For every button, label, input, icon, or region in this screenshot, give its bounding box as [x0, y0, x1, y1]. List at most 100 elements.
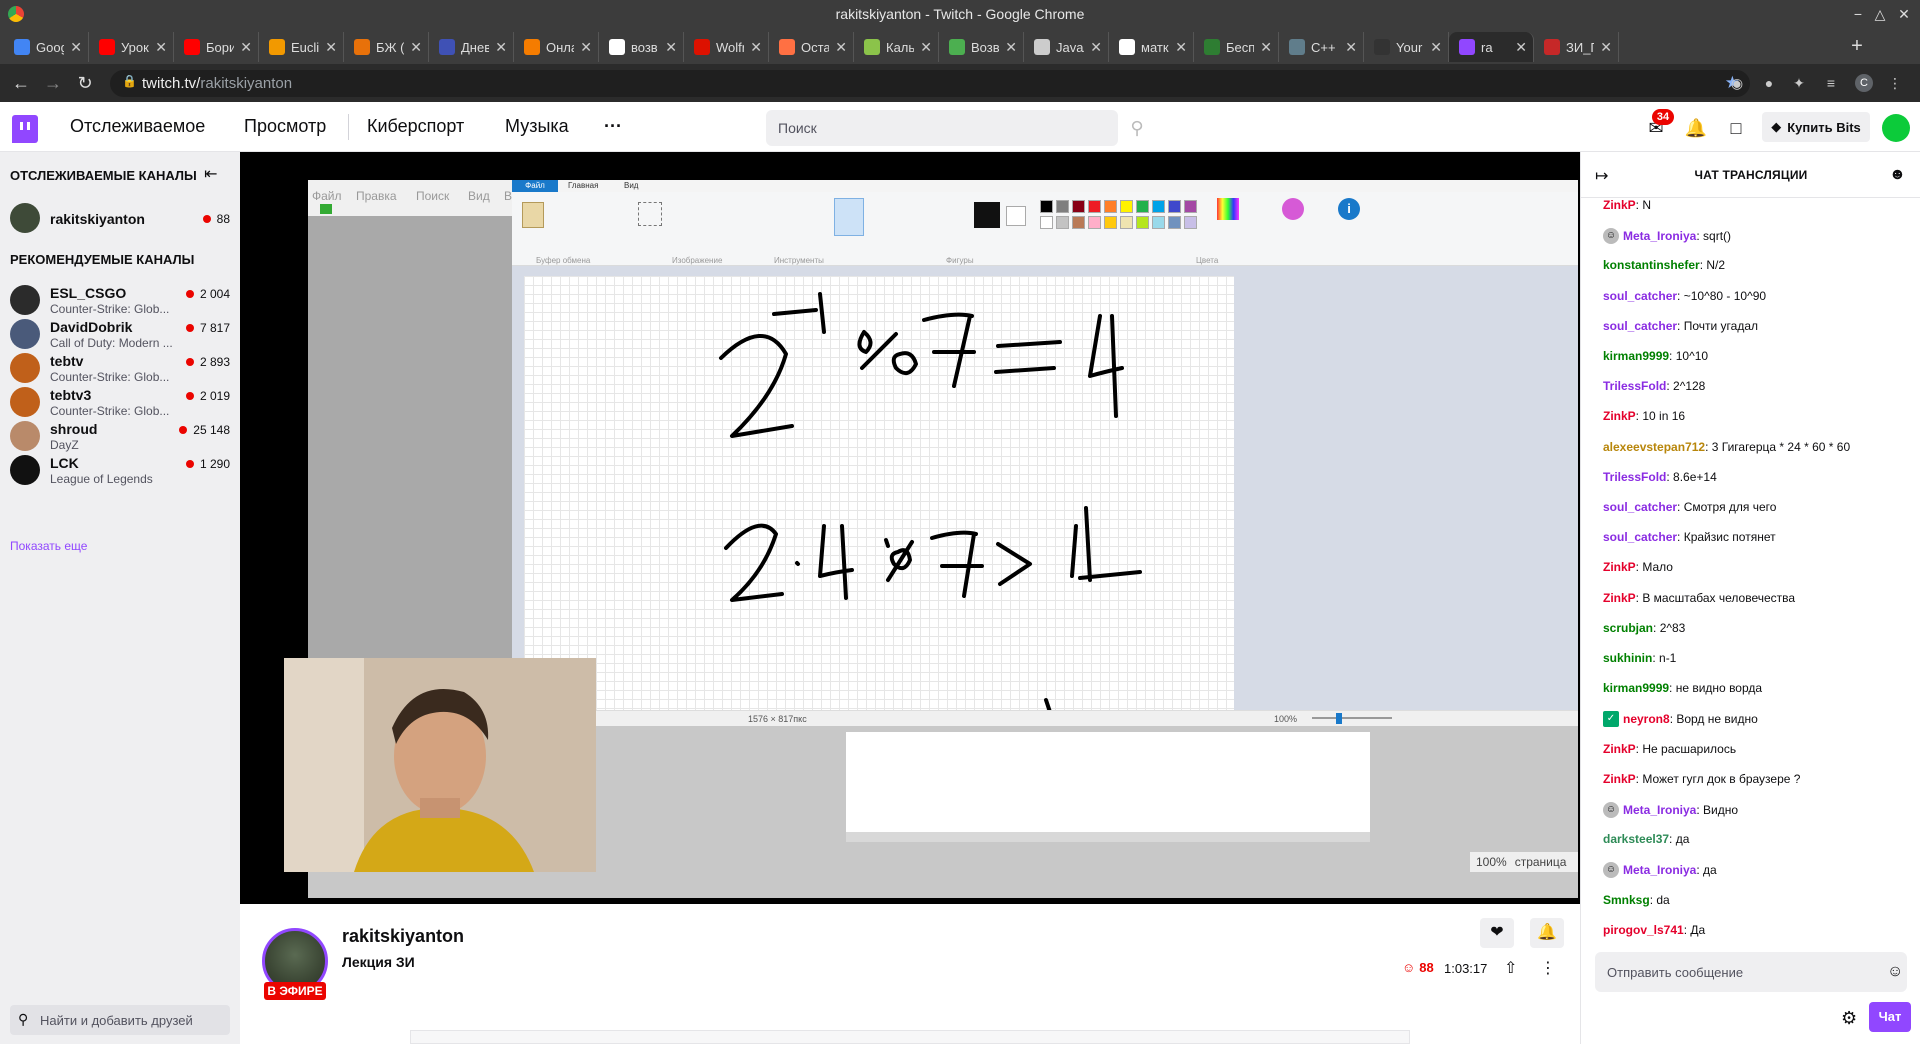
tab-close-icon[interactable]: ✕ [155, 39, 167, 56]
chat-username[interactable]: kirman9999 [1603, 349, 1669, 363]
share-icon[interactable]: ⇧ [1504, 958, 1517, 978]
video-player[interactable]: ФайлПравкаПоискВидВёрс Файл Главная Вид … [240, 152, 1580, 904]
nav-browse[interactable]: Просмотр [244, 116, 326, 137]
browser-tab[interactable]: C++ ✕ [1279, 32, 1364, 62]
sidebar-channel-lck[interactable]: LCK League of Legends 1 290 [0, 450, 240, 492]
chat-username[interactable]: ZinkP [1603, 409, 1636, 423]
tab-close-icon[interactable]: ✕ [1600, 39, 1612, 56]
notifications-bell-button[interactable]: 🔔 [1530, 918, 1564, 948]
chat-username[interactable]: Meta_Ironiya [1623, 803, 1696, 817]
show-more-link[interactable]: Показать еще [10, 539, 87, 553]
address-bar[interactable]: 🔒 twitch.tv/rakitskiyanton ★ [110, 70, 1750, 97]
chat-username[interactable]: Meta_Ironiya [1623, 863, 1696, 877]
chat-username[interactable]: soul_catcher [1603, 530, 1677, 544]
browser-tab[interactable]: Онла ✕ [514, 32, 599, 62]
browser-tab[interactable]: Your ✕ [1364, 32, 1449, 62]
chat-username[interactable]: neyron8 [1623, 712, 1670, 726]
chat-username[interactable]: sukhinin [1603, 651, 1652, 665]
more-icon[interactable]: ··· [604, 116, 622, 137]
chat-settings-gear-icon[interactable]: ⚙ [1841, 1008, 1857, 1029]
forward-icon[interactable]: → [42, 72, 64, 94]
nav-esports[interactable]: Киберспорт [367, 116, 464, 137]
tab-close-icon[interactable]: ✕ [580, 39, 592, 56]
chat-username[interactable]: alexeevstepan712 [1603, 440, 1705, 454]
chat-username[interactable]: pirogov_ls741 [1603, 923, 1684, 937]
tab-close-icon[interactable]: ✕ [750, 39, 762, 56]
tab-close-icon[interactable]: ✕ [410, 39, 422, 56]
sidebar-channel-rakitskiyanton[interactable]: rakitskiyanton 88 [0, 198, 240, 240]
extensions-puzzle-icon[interactable]: ✦ [1790, 74, 1808, 92]
tab-close-icon[interactable]: ✕ [1430, 39, 1442, 56]
reading-list-icon[interactable]: ≡ [1822, 74, 1840, 92]
browser-tab[interactable]: Бори ✕ [174, 32, 259, 62]
friends-search-input[interactable] [40, 1005, 226, 1035]
browser-tab[interactable]: Днев ✕ [429, 32, 514, 62]
nav-following[interactable]: Отслеживаемое [70, 116, 205, 137]
browser-tab[interactable]: Euclid ✕ [259, 32, 344, 62]
tab-close-icon[interactable]: ✕ [1515, 39, 1527, 56]
profile-avatar-icon[interactable]: C [1855, 74, 1873, 92]
browser-tab[interactable]: БЖ (И ✕ [344, 32, 429, 62]
browser-tab[interactable]: Java/ ✕ [1024, 32, 1109, 62]
extension-circle-icon[interactable]: ● [1760, 74, 1778, 92]
close-window-icon[interactable]: ✕ [1894, 4, 1914, 24]
tab-close-icon[interactable]: ✕ [325, 39, 337, 56]
chat-username[interactable]: konstantinshefer [1603, 258, 1700, 272]
buy-bits-button[interactable]: ◆ Купить Bits [1762, 112, 1870, 142]
chat-username[interactable]: ZinkP [1603, 742, 1636, 756]
chat-username[interactable]: kirman9999 [1603, 681, 1669, 695]
search-input[interactable] [766, 110, 1118, 146]
browser-tab[interactable]: Бесп ✕ [1194, 32, 1279, 62]
back-icon[interactable]: ← [10, 72, 32, 94]
chat-username[interactable]: soul_catcher [1603, 319, 1677, 333]
chat-username[interactable]: ZinkP [1603, 591, 1636, 605]
tab-close-icon[interactable]: ✕ [70, 39, 82, 56]
emote-picker-icon[interactable]: ☺ [1887, 963, 1903, 981]
chat-username[interactable]: ZinkP [1603, 198, 1636, 212]
browser-tab[interactable]: Оста ✕ [769, 32, 854, 62]
chat-username[interactable]: darksteel37 [1603, 832, 1669, 846]
browser-tab[interactable]: ЗИ_Г ✕ [1534, 32, 1619, 62]
minimize-icon[interactable]: − [1848, 4, 1868, 24]
browser-tab[interactable]: ra ✕ [1449, 32, 1534, 62]
collapse-sidebar-icon[interactable]: ⇤ [204, 164, 217, 184]
tab-close-icon[interactable]: ✕ [240, 39, 252, 56]
nav-music[interactable]: Музыка [505, 116, 569, 137]
browser-tab[interactable]: Возв ✕ [939, 32, 1024, 62]
community-icon[interactable]: ☻ [1889, 166, 1906, 184]
search-icon[interactable]: ⚲ [1118, 110, 1156, 146]
chat-send-button[interactable]: Чат [1869, 1002, 1911, 1032]
chat-username[interactable]: TrilessFold [1603, 470, 1666, 484]
maximize-icon[interactable]: △ [1870, 4, 1890, 24]
tab-close-icon[interactable]: ✕ [1090, 39, 1102, 56]
chat-username[interactable]: ZinkP [1603, 772, 1636, 786]
chat-username[interactable]: soul_catcher [1603, 289, 1677, 303]
twitch-logo-icon[interactable] [12, 115, 38, 143]
browser-tab[interactable]: Wolfr ✕ [684, 32, 769, 62]
new-tab-button[interactable]: + [1844, 33, 1870, 59]
chrome-menu-icon[interactable]: ⋮ [1886, 74, 1904, 92]
tab-close-icon[interactable]: ✕ [495, 39, 507, 56]
streamer-name[interactable]: rakitskiyanton [342, 926, 464, 947]
chat-username[interactable]: TrilessFold [1603, 379, 1666, 393]
tab-close-icon[interactable]: ✕ [920, 39, 932, 56]
user-avatar[interactable] [1882, 114, 1910, 142]
browser-tab[interactable]: Каль ✕ [854, 32, 939, 62]
more-options-icon[interactable]: ⋮ [1540, 958, 1556, 978]
tab-close-icon[interactable]: ✕ [1005, 39, 1017, 56]
reload-icon[interactable]: ↻ [74, 72, 96, 94]
browser-tab[interactable]: возв ✕ [599, 32, 684, 62]
chat-username[interactable]: scrubjan [1603, 621, 1653, 635]
chat-username[interactable]: ZinkP [1603, 560, 1636, 574]
chat-message-input[interactable] [1595, 952, 1875, 992]
extension-globe-icon[interactable]: ◉ [1728, 74, 1746, 92]
chat-username[interactable]: Meta_Ironiya [1623, 229, 1696, 243]
tab-close-icon[interactable]: ✕ [1175, 39, 1187, 56]
tab-close-icon[interactable]: ✕ [1260, 39, 1272, 56]
whispers-icon[interactable]: □ [1724, 116, 1748, 140]
browser-tab[interactable]: Урок ✕ [89, 32, 174, 62]
follow-heart-button[interactable]: ❤ [1480, 918, 1514, 948]
browser-tab[interactable]: Goog ✕ [4, 32, 89, 62]
tab-close-icon[interactable]: ✕ [1345, 39, 1357, 56]
chat-username[interactable]: Smnksg [1603, 893, 1650, 907]
